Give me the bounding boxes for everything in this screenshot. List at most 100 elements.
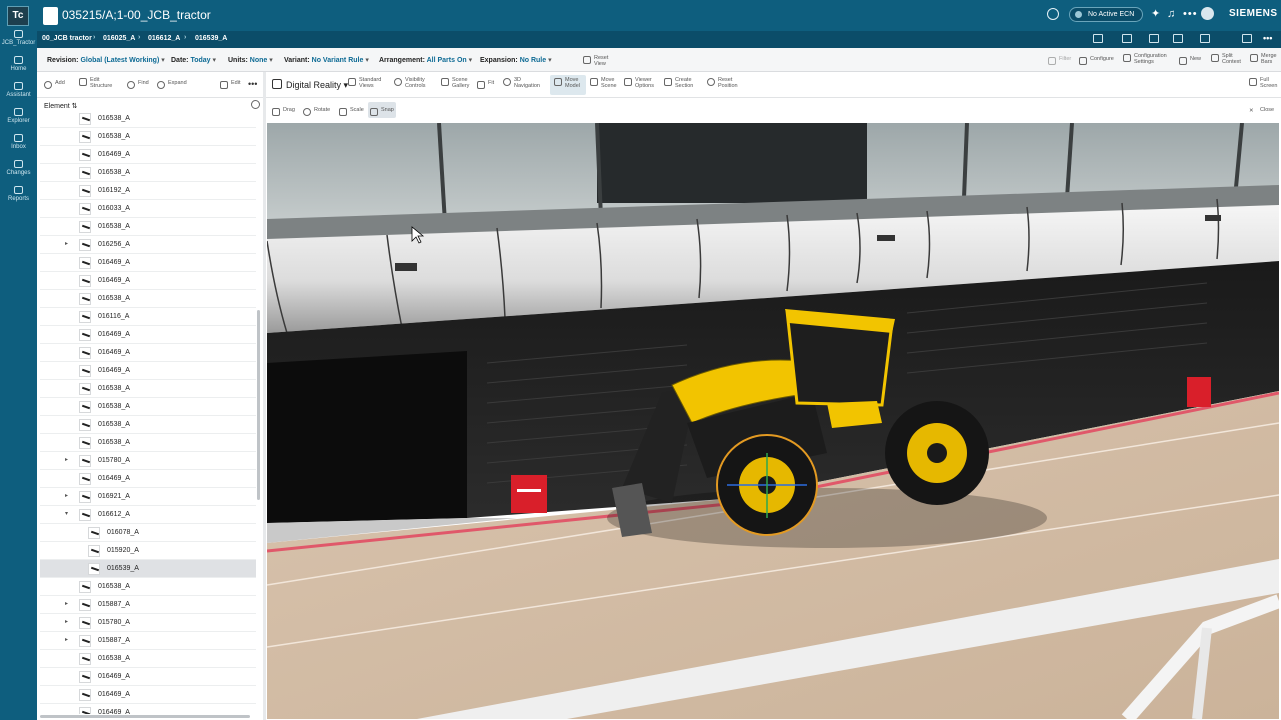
- date-rule[interactable]: Date: Today: [171, 56, 216, 64]
- chevron-right-icon[interactable]: ▸: [65, 600, 68, 607]
- scene-render[interactable]: [267, 123, 1279, 719]
- drag-button[interactable]: Drag: [272, 107, 300, 119]
- table-row[interactable]: 016469_A: [40, 272, 256, 290]
- table-row[interactable]: 016192_A: [40, 182, 256, 200]
- reset-position-button[interactable]: Reset Position: [707, 77, 743, 91]
- table-row[interactable]: 016538_A: [40, 434, 256, 452]
- table-row[interactable]: 016538_A: [40, 416, 256, 434]
- table-row[interactable]: ▸ 015887_A: [40, 596, 256, 614]
- edit-button[interactable]: Edit: [220, 80, 246, 92]
- panel-splitter[interactable]: [263, 72, 266, 720]
- chevron-right-icon[interactable]: ▸: [65, 618, 68, 625]
- units-rule[interactable]: Units: None: [228, 56, 273, 64]
- table-row[interactable]: 016538_A: [40, 218, 256, 236]
- digital-reality-dropdown[interactable]: Digital Reality ▾: [272, 79, 348, 91]
- add-button[interactable]: Add: [44, 80, 74, 92]
- table-row[interactable]: 016538_A: [40, 164, 256, 182]
- scene-gallery-button[interactable]: Scene Gallery: [441, 77, 477, 91]
- rail-item-explorer[interactable]: Explorer: [0, 108, 37, 125]
- chevron-right-icon[interactable]: ▸: [65, 636, 68, 643]
- more-icon[interactable]: •••: [248, 79, 257, 89]
- fit-button[interactable]: Fit: [477, 80, 499, 92]
- 3d-navigation-button[interactable]: 3D Navigation: [503, 77, 545, 91]
- horizontal-scrollbar[interactable]: [40, 715, 250, 718]
- gear-icon[interactable]: [251, 100, 260, 109]
- find-button[interactable]: Find: [127, 80, 155, 92]
- more-icon[interactable]: •••: [1183, 8, 1198, 20]
- table-row[interactable]: 016539_A: [40, 560, 256, 578]
- breadcrumb-item[interactable]: 016539_A: [195, 35, 227, 42]
- more-icon[interactable]: •••: [1263, 33, 1272, 43]
- arrangement-rule[interactable]: Arrangement: All Parts On: [379, 56, 472, 64]
- table-row[interactable]: 016469_A: [40, 146, 256, 164]
- ecn-badge[interactable]: No Active ECN: [1069, 7, 1144, 22]
- split-context-button[interactable]: Split Context: [1211, 53, 1245, 67]
- visibility-controls-button[interactable]: Visibility Controls: [394, 77, 434, 91]
- table-row[interactable]: 016116_A: [40, 308, 256, 326]
- full-screen-button[interactable]: Full Screen: [1249, 77, 1279, 91]
- table-row[interactable]: 016078_A: [40, 524, 256, 542]
- new-button[interactable]: New: [1179, 56, 1205, 68]
- edit-structure-button[interactable]: Edit Structure: [79, 77, 119, 91]
- share-icon[interactable]: [1173, 34, 1183, 43]
- table-row[interactable]: 016538_A: [40, 398, 256, 416]
- expansion-rule[interactable]: Expansion: No Rule: [480, 56, 552, 64]
- vertical-scrollbar[interactable]: [257, 310, 260, 500]
- table-row[interactable]: 016538_A: [40, 110, 256, 128]
- 3d-viewport[interactable]: [267, 123, 1279, 719]
- breadcrumb-item[interactable]: 00_JCB tractor: [42, 35, 92, 42]
- chevron-down-icon[interactable]: ▾: [65, 510, 68, 517]
- table-row[interactable]: 016469_A: [40, 326, 256, 344]
- table-row[interactable]: 016538_A: [40, 578, 256, 596]
- configure-button[interactable]: Configure: [1079, 56, 1119, 68]
- table-row[interactable]: 015920_A: [40, 542, 256, 560]
- standard-views-button[interactable]: Standard Views: [348, 77, 388, 91]
- breadcrumb-item[interactable]: 016025_A: [103, 35, 135, 42]
- table-row[interactable]: 016538_A: [40, 290, 256, 308]
- table-row[interactable]: 016469_A: [40, 470, 256, 488]
- chevron-right-icon[interactable]: ▸: [65, 456, 68, 463]
- table-row[interactable]: ▸ 016256_A: [40, 236, 256, 254]
- table-row[interactable]: 016469_A: [40, 362, 256, 380]
- rail-item-inbox[interactable]: Inbox: [0, 134, 37, 151]
- pin-icon[interactable]: [1122, 34, 1132, 43]
- table-row[interactable]: 016538_A: [40, 128, 256, 146]
- scale-button[interactable]: Scale: [339, 107, 365, 119]
- chevron-right-icon[interactable]: ▸: [65, 240, 68, 247]
- table-row[interactable]: ▾ 016612_A: [40, 506, 256, 524]
- rotate-button[interactable]: Rotate: [303, 107, 333, 119]
- rail-item-jcb-tractor[interactable]: JCB_Tractor: [0, 30, 37, 47]
- table-row[interactable]: 016469_A: [40, 344, 256, 362]
- open-icon[interactable]: [1149, 34, 1159, 43]
- filter-button[interactable]: Filter: [1048, 56, 1078, 68]
- snap-button[interactable]: Snap: [370, 107, 396, 119]
- table-row[interactable]: 016469_A: [40, 704, 256, 714]
- table-row[interactable]: 016538_A: [40, 650, 256, 668]
- layout-icon[interactable]: [1200, 34, 1210, 43]
- table-row[interactable]: ▸ 015780_A: [40, 614, 256, 632]
- revision-rule[interactable]: Revision: Global (Latest Working): [47, 56, 165, 64]
- compare-icon[interactable]: [1242, 34, 1252, 43]
- table-row[interactable]: 016469_A: [40, 668, 256, 686]
- avatar[interactable]: [1201, 7, 1214, 20]
- table-row[interactable]: 016538_A: [40, 380, 256, 398]
- search-icon[interactable]: [1047, 8, 1059, 20]
- table-row[interactable]: 016469_A: [40, 254, 256, 272]
- move-scene-button[interactable]: Move Scene: [590, 77, 620, 91]
- rail-item-changes[interactable]: Changes: [0, 160, 37, 177]
- rail-item-assistant[interactable]: Assistant: [0, 82, 37, 99]
- copy-icon[interactable]: [1093, 34, 1103, 43]
- sparkle-icon[interactable]: ✦: [1151, 8, 1160, 20]
- expand-button[interactable]: Expand: [157, 80, 197, 92]
- table-row[interactable]: ▸ 016921_A: [40, 488, 256, 506]
- merge-bars-button[interactable]: Merge Bars: [1250, 53, 1280, 67]
- chevron-right-icon[interactable]: ▸: [65, 492, 68, 499]
- column-header-element[interactable]: Element ⇅: [44, 102, 78, 110]
- table-row[interactable]: 016469_A: [40, 686, 256, 704]
- reset-view-button[interactable]: Reset View: [583, 55, 613, 67]
- move-model-button[interactable]: Move Model: [554, 77, 584, 91]
- close-button[interactable]: ✕ Close: [1249, 107, 1277, 119]
- bell-icon[interactable]: ♫: [1167, 8, 1175, 20]
- rail-item-home[interactable]: Home: [0, 56, 37, 73]
- create-section-button[interactable]: Create Section: [664, 77, 700, 91]
